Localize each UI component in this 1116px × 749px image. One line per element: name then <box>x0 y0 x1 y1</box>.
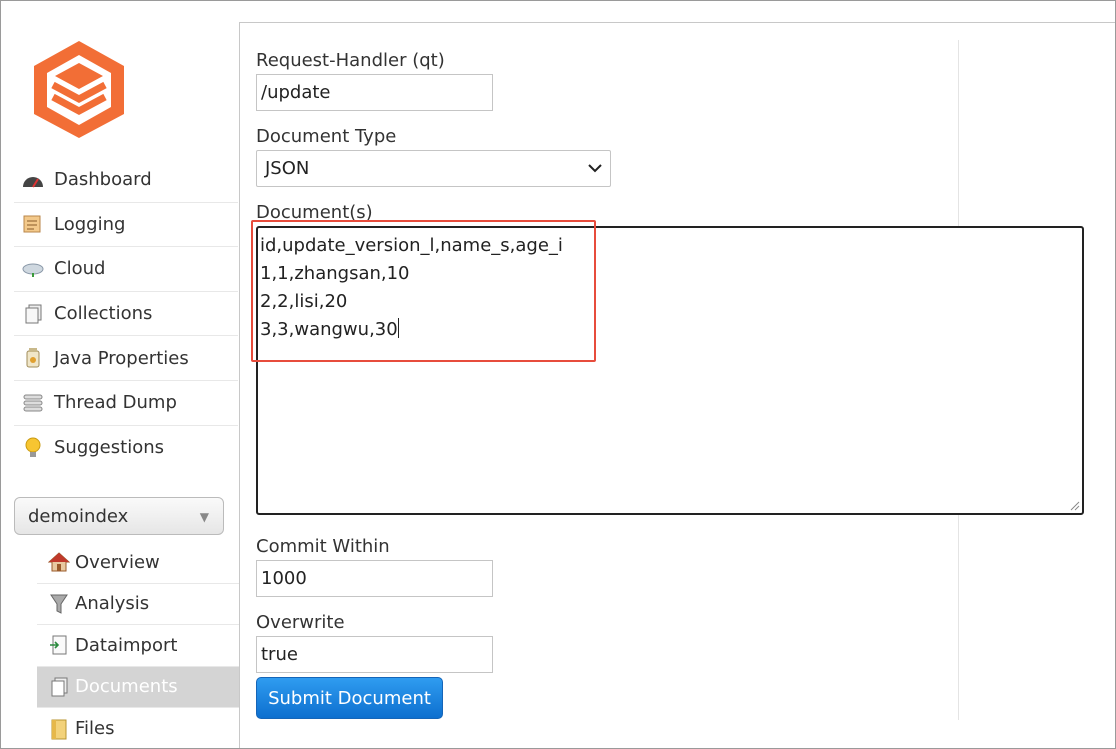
document-line: id,update_version_l,name_s,age_i <box>260 235 563 256</box>
core-menu-item-analysis[interactable]: Analysis <box>37 584 239 625</box>
core-menu-item-dataimport[interactable]: Dataimport <box>37 625 239 667</box>
core-menu-item-label: Files <box>75 718 115 740</box>
commit-within-input[interactable]: 1000 <box>256 560 493 597</box>
dataimport-icon <box>47 634 71 656</box>
document-type-label: Document Type <box>256 126 397 147</box>
document-line: 1,1,zhangsan,10 <box>260 263 410 284</box>
cloud-icon <box>20 258 46 280</box>
menu-item-label: Suggestions <box>54 437 164 459</box>
core-menu-item-overview[interactable]: Overview <box>37 542 239 584</box>
thread-dump-icon <box>20 392 46 414</box>
menu-item-cloud[interactable]: Cloud <box>14 247 238 292</box>
menu-item-dashboard[interactable]: Dashboard <box>14 158 238 203</box>
document-type-select[interactable]: JSON <box>256 150 611 187</box>
commit-within-label: Commit Within <box>256 536 390 557</box>
core-menu-item-label: Analysis <box>75 593 150 615</box>
core-selector[interactable]: demoindex ▼ <box>14 497 224 535</box>
menu-item-label: Cloud <box>54 258 106 280</box>
menu-item-label: Collections <box>54 303 153 325</box>
documents-textarea[interactable]: id,update_version_l,name_s,age_i 1,1,zha… <box>256 226 1084 515</box>
menu-item-label: Java Properties <box>54 347 189 369</box>
core-menu-item-documents[interactable]: Documents <box>37 666 239 708</box>
menu-item-thread-dump[interactable]: Thread Dump <box>14 381 238 426</box>
menu-item-label: Thread Dump <box>54 392 177 414</box>
lightbulb-icon <box>20 437 46 459</box>
core-menu-item-files[interactable]: Files <box>37 708 239 749</box>
funnel-icon <box>47 593 71 615</box>
menu-item-suggestions[interactable]: Suggestions <box>14 426 238 471</box>
core-selector-value: demoindex <box>28 505 129 527</box>
document-line-text: 3,3,wangwu,30 <box>260 319 398 340</box>
document-type-value: JSON <box>265 158 310 179</box>
submit-document-button[interactable]: Submit Document <box>256 677 443 719</box>
resize-handle-icon[interactable] <box>1070 501 1080 511</box>
overwrite-input[interactable]: true <box>256 636 493 673</box>
request-handler-label: Request-Handler (qt) <box>256 50 445 71</box>
documents-icon <box>47 676 71 698</box>
overwrite-label: Overwrite <box>256 612 345 633</box>
menu-item-logging[interactable]: Logging <box>14 203 238 248</box>
menu-item-label: Logging <box>54 213 126 235</box>
text-cursor <box>397 318 399 338</box>
document-line-last: 3,3,wangwu,30 <box>260 316 1080 344</box>
menu-item-label: Dashboard <box>54 169 152 191</box>
collections-icon <box>20 303 46 325</box>
request-handler-input[interactable]: /update <box>256 74 493 111</box>
logging-icon <box>20 213 46 235</box>
main-menu: Dashboard Logging Cloud Collections Java… <box>14 158 238 470</box>
home-icon <box>47 551 71 573</box>
core-menu-item-label: Documents <box>75 676 178 698</box>
menu-item-collections[interactable]: Collections <box>14 292 238 337</box>
chevron-down-icon <box>588 164 602 173</box>
core-menu-item-label: Overview <box>75 551 160 573</box>
core-menu-item-label: Dataimport <box>75 634 178 656</box>
caret-down-icon: ▼ <box>199 510 209 524</box>
sidebar: Dashboard Logging Cloud Collections Java… <box>1 1 239 748</box>
folder-icon <box>47 718 71 740</box>
solr-logo-icon[interactable] <box>31 39 127 139</box>
dashboard-icon <box>20 169 46 191</box>
core-menu: Overview Analysis Dataimport Documents F… <box>37 542 239 749</box>
java-properties-icon <box>20 347 46 369</box>
documents-label: Document(s) <box>256 202 373 223</box>
menu-item-java-properties[interactable]: Java Properties <box>14 336 238 381</box>
document-line: 2,2,lisi,20 <box>260 291 348 312</box>
